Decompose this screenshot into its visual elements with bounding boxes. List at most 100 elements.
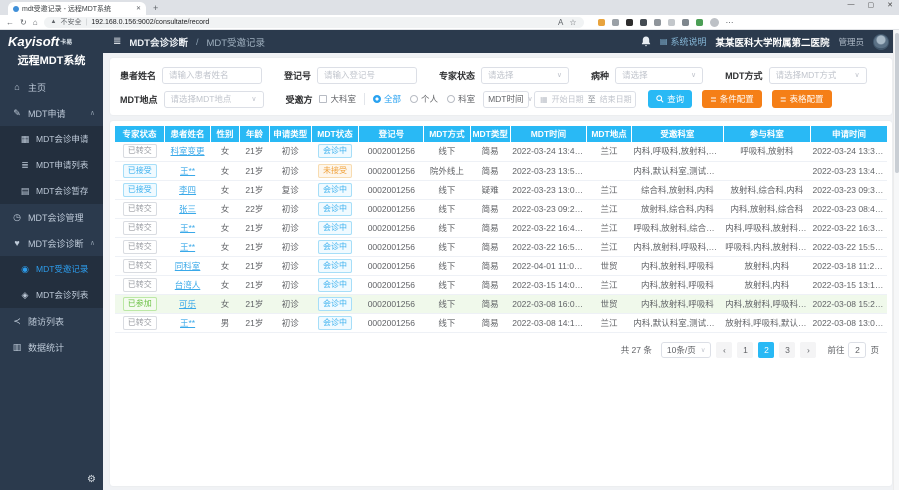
home-nav-icon[interactable]: ⌂ [33,18,38,27]
extension-icon[interactable] [654,19,661,26]
table-row: 已转交王**女21岁初诊会诊中0002001256线下简易2022-03-22 … [115,237,887,256]
table-cell: 女 [211,199,240,218]
reg-no-input[interactable] [317,67,417,84]
column-header[interactable]: MDT状态 [311,126,359,142]
extension-icon[interactable] [640,19,647,26]
page-size-select[interactable]: 10条/页 ∨ [661,342,712,358]
radio-icon [410,95,418,103]
patient-name-input[interactable] [162,67,262,84]
sidebar-item-user[interactable]: ◉MDT受邀记录 [0,256,103,282]
address-bar[interactable]: ▲ 不安全 | 192.168.0.156:9002/consultate/re… [44,17,584,28]
sidebar-item-rows[interactable]: ▤MDT会诊暂存 [0,178,103,204]
column-header[interactable]: 申请类型 [269,126,311,142]
edit-icon: ✎ [12,108,22,119]
jump-page-input[interactable] [848,342,866,358]
column-header[interactable]: 申请时间 [811,126,888,142]
system-help-link[interactable]: ▤ 系统说明 [660,35,707,48]
condition-config-button[interactable]: ≣ 条件配置 [702,90,762,108]
column-header[interactable]: 患者姓名 [164,126,210,142]
split-screen-icon[interactable] [682,19,689,26]
sidebar-item-chart[interactable]: ▥数据统计 [0,334,103,360]
window-close-button[interactable]: ✕ [887,1,893,9]
column-header[interactable]: MDT方式 [424,126,470,142]
status-badge: 已转交 [123,278,157,292]
time-field-select[interactable]: MDT时间 ∨ [483,91,529,108]
column-header[interactable]: MDT时间 [510,126,586,142]
search-button[interactable]: 查询 [648,90,692,108]
table-cell: 放射科,综合科,内科 [631,199,723,218]
table-cell: 复诊 [269,180,311,199]
disease-select[interactable]: 请选择 ∨ [615,67,703,84]
back-icon[interactable]: ← [6,18,14,27]
settings-gear-icon[interactable]: ⚙ [87,474,96,485]
sidebar-item-edit[interactable]: ✎MDT申请∧ [0,100,103,126]
browser-menu-icon[interactable]: ⋯ [726,18,734,27]
invitee-radio-个人[interactable]: 个人 [410,93,438,105]
table-cell: 女 [211,180,240,199]
refresh-icon[interactable]: ↻ [20,18,27,27]
sidebar-item-shield[interactable]: ◈MDT会诊列表 [0,282,103,308]
sidebar-item-share[interactable]: ≺随访列表 [0,308,103,334]
new-tab-button[interactable]: + [153,2,158,15]
expert-status-select[interactable]: 请选择 ∨ [481,67,569,84]
column-header[interactable]: 年龄 [239,126,269,142]
page-scrollbar[interactable] [893,30,899,490]
user-avatar[interactable] [873,34,889,50]
patient-name-link[interactable]: 王** [180,166,195,176]
prev-page-button[interactable]: ‹ [716,342,732,358]
column-header[interactable]: 专家状态 [115,126,164,142]
table-cell: 2022-03-22 16:50:00 [510,237,586,256]
patient-name-link[interactable]: 张三 [179,204,196,214]
invitee-radio-科室[interactable]: 科室 [447,93,475,105]
browser-tab[interactable]: mdt受邀记录 - 远程MDT系统 ✕ [8,2,146,15]
big-dept-checkbox[interactable]: 大科室 [319,93,357,105]
patient-name-link[interactable]: 科室变更 [171,146,205,156]
scrollbar-thumb[interactable] [895,33,899,173]
sidebar-item-grid[interactable]: ▦MDT会诊申请 [0,126,103,152]
sidebar-item-home[interactable]: ⌂主页 [0,74,103,100]
favorite-icon[interactable]: ☆ [569,18,576,27]
read-aloud-icon[interactable]: A [558,18,563,27]
menu-collapse-icon[interactable]: ≣ [113,36,121,47]
notification-bell-icon[interactable] [641,36,651,47]
extension-icon[interactable] [668,19,675,26]
column-header[interactable]: 登记号 [359,126,424,142]
extension-icon[interactable] [696,19,703,26]
patient-name-link[interactable]: 可乐 [179,299,196,309]
status-badge: 会诊中 [318,259,352,273]
mdt-mode-select[interactable]: 请选择MDT方式 ∨ [769,67,867,84]
invitee-radio-全部[interactable]: 全部 [373,93,401,105]
column-header[interactable]: 受邀科室 [631,126,723,142]
column-header[interactable]: MDT地点 [587,126,632,142]
next-page-button[interactable]: › [800,342,816,358]
patient-name-link[interactable]: 王** [180,318,195,328]
heart-icon: ♥ [12,238,22,248]
column-header[interactable]: 性别 [211,126,240,142]
page-button-1[interactable]: 1 [737,342,753,358]
column-header[interactable]: 参与科室 [723,126,810,142]
patient-name-link[interactable]: 王** [180,242,195,252]
patient-name-link[interactable]: 台湾人 [175,280,201,290]
extension-icon[interactable] [612,19,619,26]
tab-close-icon[interactable]: ✕ [136,5,141,12]
mdt-place-select[interactable]: 请选择MDT地点 ∨ [164,91,264,108]
extension-icon[interactable] [626,19,633,26]
extension-icon[interactable] [598,19,605,26]
window-maximize-button[interactable]: ▢ [868,1,875,9]
patient-name-link[interactable]: 王** [180,223,195,233]
date-range-picker[interactable]: ▦ 开始日期 至 结束日期 [534,91,636,108]
column-header[interactable]: MDT类型 [470,126,510,142]
table-cell: 内科,呼吸科,放射科,综合科 [723,218,810,237]
page-button-3[interactable]: 3 [779,342,795,358]
window-minimize-button[interactable]: — [848,1,855,9]
patient-name-link[interactable]: 同科室 [175,261,201,271]
sidebar-item-list[interactable]: ≣MDT申请列表 [0,152,103,178]
table-config-button[interactable]: ≣ 表格配置 [772,90,832,108]
sidebar-item-heart[interactable]: ♥MDT会诊诊断∧ [0,230,103,256]
table-cell: 2022-03-08 14:10:00 [510,313,586,332]
browser-profile-avatar[interactable] [710,18,719,27]
page-button-2[interactable]: 2 [758,342,774,358]
table-cell: 已转交 [115,275,164,294]
sidebar-item-clock[interactable]: ◷MDT会诊管理 [0,204,103,230]
patient-name-link[interactable]: 李四 [179,185,196,195]
